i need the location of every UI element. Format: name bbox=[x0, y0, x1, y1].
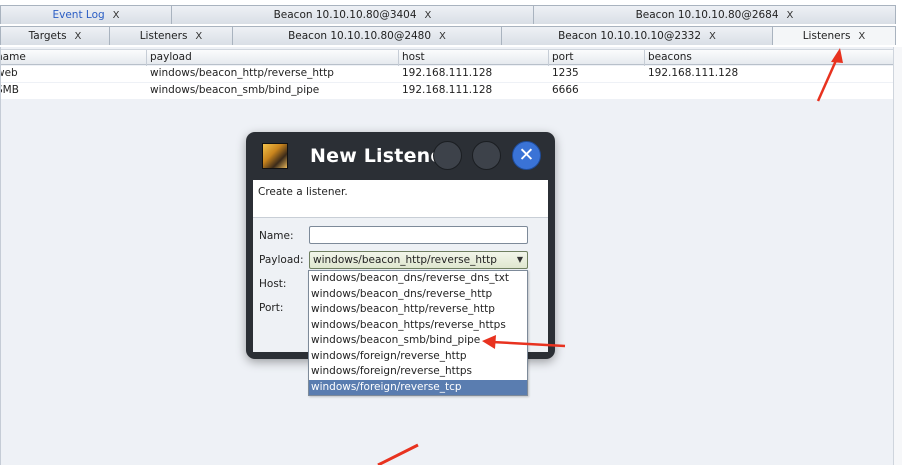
tab-label: Beacon 10.10.10.80@2684 bbox=[635, 9, 779, 21]
cell-payload: windows/beacon_smb/bind_pipe bbox=[150, 84, 320, 96]
payload-label: Payload: bbox=[259, 254, 304, 266]
cell-host: 192.168.111.128 bbox=[402, 67, 493, 79]
close-icon[interactable]: X bbox=[425, 10, 432, 21]
payload-selected-value: windows/beacon_http/reverse_http bbox=[313, 254, 497, 266]
payload-option-highlighted[interactable]: windows/foreign/reverse_tcp bbox=[309, 379, 527, 395]
close-button[interactable]: ✕ bbox=[512, 141, 541, 170]
port-label: Port: bbox=[259, 302, 284, 314]
dialog-title: New Listene bbox=[310, 145, 444, 167]
close-icon[interactable]: X bbox=[113, 10, 120, 21]
close-icon[interactable]: X bbox=[75, 31, 82, 42]
close-icon[interactable]: X bbox=[858, 31, 865, 42]
close-icon[interactable]: X bbox=[195, 31, 202, 42]
maximize-button[interactable] bbox=[472, 141, 501, 170]
tab-bar-top: Event Log X Beacon 10.10.10.80@3404 X Be… bbox=[0, 5, 896, 24]
tab-beacon-2332[interactable]: Beacon 10.10.10.10@2332 X bbox=[501, 26, 773, 45]
payload-option[interactable]: windows/beacon_smb/bind_pipe bbox=[309, 333, 527, 349]
close-icon[interactable]: X bbox=[439, 31, 446, 42]
table-row[interactable]: web windows/beacon_http/reverse_http 192… bbox=[1, 66, 897, 82]
payload-select[interactable]: windows/beacon_http/reverse_http ▼ bbox=[309, 251, 528, 269]
table-row[interactable]: SMB windows/beacon_smb/bind_pipe 192.168… bbox=[1, 83, 897, 99]
cell-payload: windows/beacon_http/reverse_http bbox=[150, 67, 334, 79]
tab-beacon-2684[interactable]: Beacon 10.10.10.80@2684 X bbox=[533, 5, 896, 24]
tab-beacon-3404[interactable]: Beacon 10.10.10.80@3404 X bbox=[171, 5, 534, 24]
tab-label: Listeners bbox=[139, 30, 188, 42]
host-label: Host: bbox=[259, 278, 287, 290]
cell-host: 192.168.111.128 bbox=[402, 84, 493, 96]
payload-option[interactable]: windows/foreign/reverse_https bbox=[309, 364, 527, 380]
tab-listeners[interactable]: Listeners X bbox=[109, 26, 233, 45]
cell-name: web bbox=[1, 67, 18, 79]
app-logo-icon bbox=[262, 143, 288, 169]
table-header: name payload host port beacons bbox=[1, 49, 897, 66]
name-field[interactable] bbox=[309, 226, 528, 244]
column-header-name[interactable]: name bbox=[1, 50, 147, 66]
tab-event-log[interactable]: Event Log X bbox=[0, 5, 172, 24]
cell-beacons: 192.168.111.128 bbox=[648, 67, 739, 79]
column-header-port[interactable]: port bbox=[549, 50, 645, 66]
scrollbar[interactable] bbox=[893, 47, 902, 465]
tab-beacon-2480[interactable]: Beacon 10.10.10.80@2480 X bbox=[232, 26, 502, 45]
cell-port: 6666 bbox=[552, 84, 579, 96]
payload-option[interactable]: windows/foreign/reverse_http bbox=[309, 349, 527, 365]
payload-option[interactable]: windows/beacon_dns/reverse_http bbox=[309, 287, 527, 303]
close-icon[interactable]: X bbox=[787, 10, 794, 21]
minimize-button[interactable] bbox=[433, 141, 462, 170]
dialog-description: Create a listener. bbox=[253, 180, 548, 218]
name-label: Name: bbox=[259, 230, 294, 242]
chevron-down-icon[interactable]: ▼ bbox=[517, 252, 523, 268]
column-header-beacons[interactable]: beacons bbox=[645, 50, 897, 66]
close-icon: ✕ bbox=[518, 144, 535, 166]
cell-beacons bbox=[645, 83, 897, 99]
tab-label: Beacon 10.10.10.80@2480 bbox=[288, 30, 432, 42]
tab-label: Targets bbox=[28, 30, 67, 42]
cell-name: SMB bbox=[1, 84, 19, 96]
tab-label: Beacon 10.10.10.10@2332 bbox=[558, 30, 702, 42]
cell-port: 1235 bbox=[552, 67, 579, 79]
column-header-payload[interactable]: payload bbox=[147, 50, 399, 66]
payload-option[interactable]: windows/beacon_dns/reverse_dns_txt bbox=[309, 271, 527, 287]
column-header-host[interactable]: host bbox=[399, 50, 549, 66]
tab-label: Event Log bbox=[52, 9, 105, 21]
payload-option[interactable]: windows/beacon_http/reverse_http bbox=[309, 302, 527, 318]
tab-label: Listeners bbox=[802, 30, 851, 42]
payload-option[interactable]: windows/beacon_https/reverse_https bbox=[309, 318, 527, 334]
payload-dropdown-list: windows/beacon_dns/reverse_dns_txt windo… bbox=[308, 270, 528, 396]
tab-bar-second: Targets X Listeners X Beacon 10.10.10.80… bbox=[0, 26, 896, 45]
close-icon[interactable]: X bbox=[709, 31, 716, 42]
tab-targets[interactable]: Targets X bbox=[0, 26, 110, 45]
tab-label: Beacon 10.10.10.80@3404 bbox=[273, 9, 417, 21]
tab-listeners-active[interactable]: Listeners X bbox=[772, 26, 896, 45]
